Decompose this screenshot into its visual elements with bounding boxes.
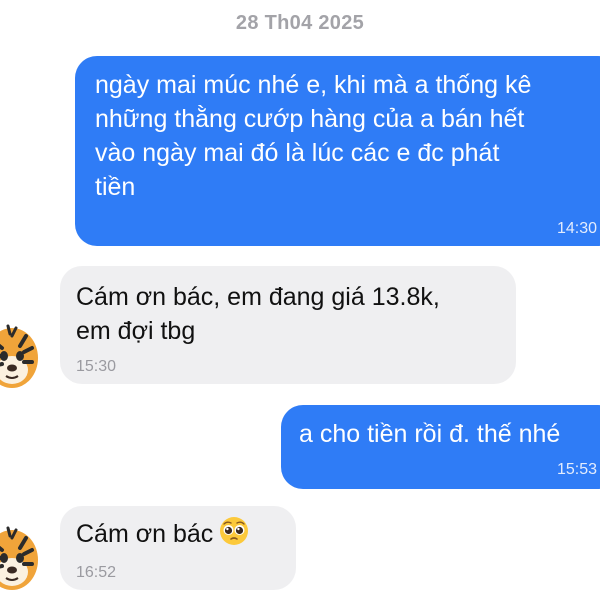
message-time: 15:53	[557, 461, 598, 478]
pleading-face-emoji-icon	[219, 516, 249, 555]
message-text: a cho tiền rồi đ. thế nhé	[299, 420, 561, 448]
date-separator: 28 Th04 2025	[235, 12, 365, 34]
message-bubble-incoming[interactable]: Cám ơn bác 16:52	[60, 506, 296, 590]
message-text: Cám ơn bác, em đang giá 13.8k, em đợi tb…	[76, 283, 440, 345]
message-bubble-outgoing[interactable]: ngày mai múc nhé e, khi mà a thống kê nh…	[75, 56, 600, 246]
message-bubble-outgoing[interactable]: a cho tiền rồi đ. thế nhé 15:53	[281, 405, 600, 489]
tiger-icon	[0, 324, 38, 388]
message-time: 15:30	[76, 358, 117, 375]
message-bubble-incoming[interactable]: Cám ơn bác, em đang giá 13.8k, em đợi tb…	[60, 266, 516, 384]
tiger-avatar[interactable]	[0, 322, 42, 390]
tiger-avatar[interactable]	[0, 524, 42, 592]
message-text: ngày mai múc nhé e, khi mà a thống kê nh…	[95, 71, 532, 201]
message-text: Cám ơn bác	[76, 520, 214, 548]
message-time: 14:30	[557, 220, 598, 237]
message-time: 16:52	[76, 564, 117, 581]
chat-screen: 28 Th04 2025 ngày mai múc nhé e, khi mà …	[0, 0, 600, 600]
tiger-icon	[0, 526, 38, 590]
message-text-row: Cám ơn bác	[76, 516, 296, 555]
